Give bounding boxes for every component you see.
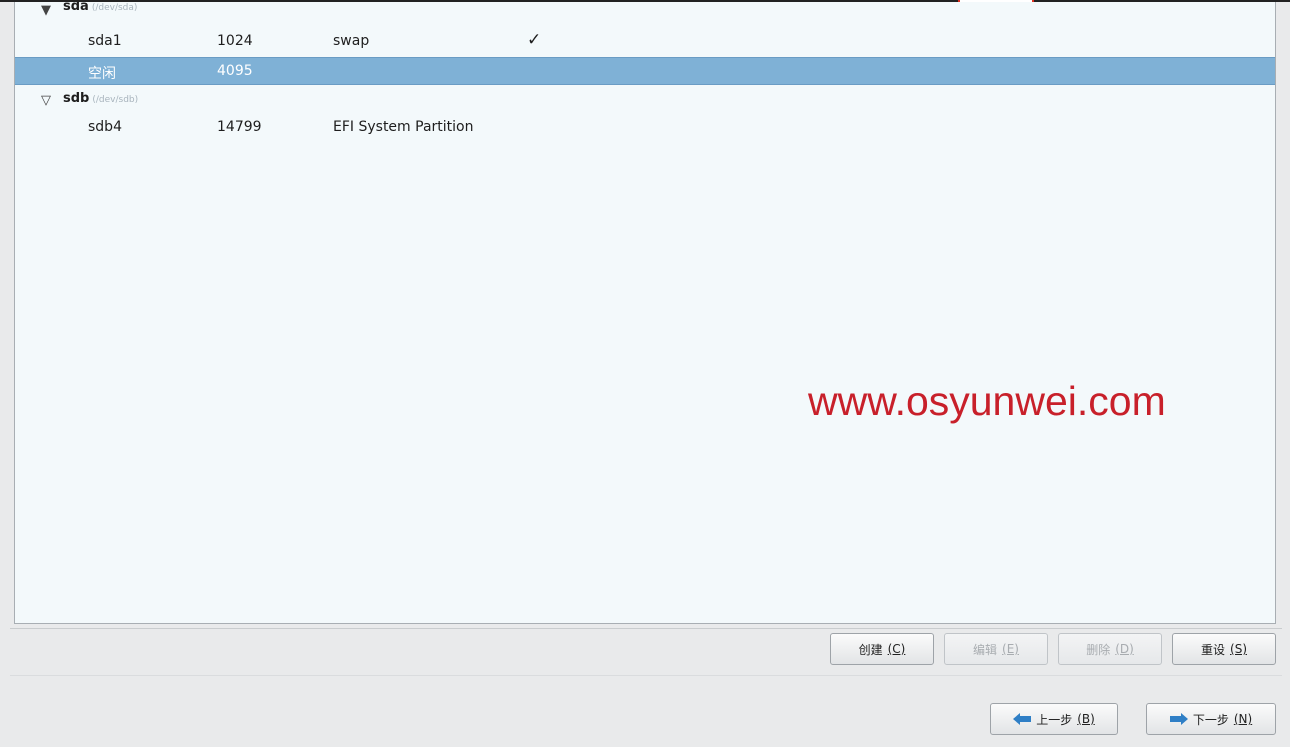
divider xyxy=(10,675,1282,676)
back-button[interactable]: 上一步 (B) xyxy=(990,703,1118,735)
create-label: 创建 xyxy=(858,642,883,657)
create-mnemonic: (C) xyxy=(887,642,906,656)
chevron-down-icon[interactable]: ▼ xyxy=(41,3,51,18)
partition-type: swap xyxy=(333,33,370,49)
partition-size: 14799 xyxy=(217,119,262,135)
partition-size: 1024 xyxy=(217,33,253,49)
delete-label: 删除 xyxy=(1086,642,1111,657)
reset-mnemonic: (S) xyxy=(1230,642,1247,656)
delete-mnemonic: (D) xyxy=(1115,642,1134,656)
divider xyxy=(10,628,1282,629)
disk-path: (/dev/sda) xyxy=(91,3,138,13)
partition-tree[interactable]: ▼ sda (/dev/sda) sda1 1024 swap ✓ 空闲 4095… xyxy=(14,2,1276,624)
edit-mnemonic: (E) xyxy=(1002,642,1019,656)
partition-name: 空闲 xyxy=(88,66,116,82)
partition-row-sda1[interactable]: sda1 1024 swap ✓ xyxy=(15,28,1275,56)
arrow-left-icon xyxy=(1013,713,1032,725)
next-button[interactable]: 下一步 (N) xyxy=(1146,703,1276,735)
back-mnemonic: (B) xyxy=(1077,712,1095,726)
edit-button[interactable]: 编辑 (E) xyxy=(944,633,1048,665)
partition-size: 4095 xyxy=(217,63,253,79)
back-label: 上一步 xyxy=(1036,712,1073,727)
format-checkmark: ✓ xyxy=(527,30,542,50)
disk-label: sda (/dev/sda) xyxy=(63,2,137,14)
arrow-right-icon xyxy=(1169,713,1188,725)
partition-name: sda1 xyxy=(88,33,122,49)
edit-label: 编辑 xyxy=(973,642,998,657)
next-label: 下一步 xyxy=(1192,712,1229,727)
next-mnemonic: (N) xyxy=(1233,712,1253,726)
disk-row-sda[interactable]: ▼ sda (/dev/sda) xyxy=(15,2,1275,22)
disk-name: sda xyxy=(63,2,89,14)
disk-label: sdb (/dev/sdb) xyxy=(63,91,138,106)
create-button[interactable]: 创建 (C) xyxy=(830,633,934,665)
reset-button[interactable]: 重设 (S) xyxy=(1172,633,1276,665)
partition-row-sdb4[interactable]: sdb4 14799 EFI System Partition xyxy=(15,114,1275,142)
triangle-down-icon[interactable]: ▽ xyxy=(41,93,51,108)
reset-label: 重设 xyxy=(1201,642,1226,657)
delete-button[interactable]: 删除 (D) xyxy=(1058,633,1162,665)
partition-name: sdb4 xyxy=(88,119,122,135)
watermark-text: www.osyunwei.com xyxy=(808,378,1166,424)
disk-path: (/dev/sdb) xyxy=(92,95,139,105)
partition-row-free[interactable]: 空闲 4095 xyxy=(15,57,1275,85)
disk-row-sdb[interactable]: ▽ sdb (/dev/sdb) xyxy=(15,86,1275,114)
disk-name: sdb xyxy=(63,91,90,106)
partition-type: EFI System Partition xyxy=(333,119,474,135)
